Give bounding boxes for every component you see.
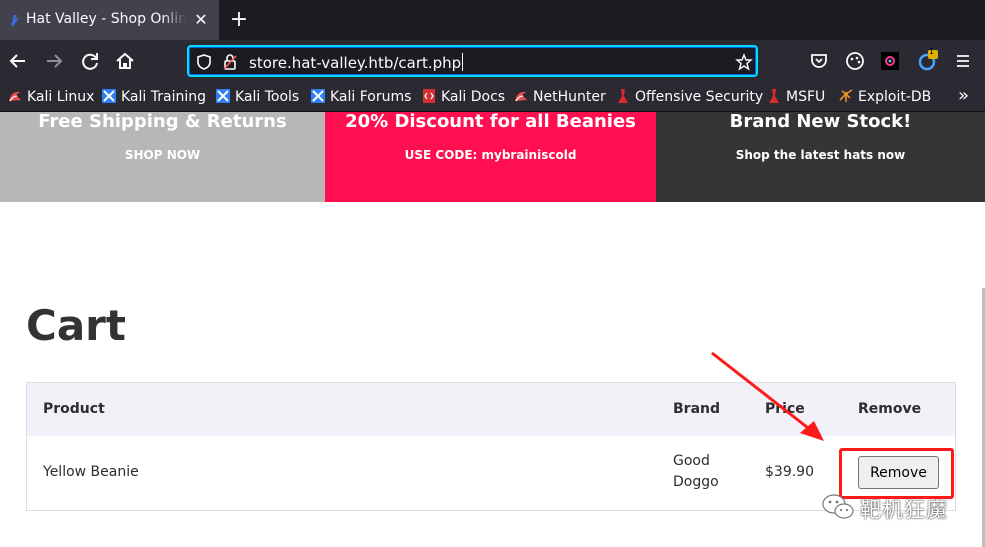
kali-icon — [9, 91, 21, 102]
exploitdb-icon — [839, 89, 853, 102]
bookmark-nethunter[interactable]: NetHunter — [513, 88, 606, 106]
promo-title: Free Shipping & Returns — [38, 111, 287, 132]
lock-icon[interactable] — [221, 53, 239, 71]
forward-icon[interactable] — [43, 50, 65, 72]
colorful-extension-icon[interactable] — [879, 50, 901, 72]
annotation-arrow — [711, 351, 824, 441]
kali-tools-icon — [311, 89, 325, 103]
close-tab-icon[interactable]: ✕ — [192, 11, 210, 29]
promo-discount[interactable]: 20% Discount for all Beanies USE CODE: m… — [325, 112, 656, 202]
notification-count: 1 — [929, 47, 935, 56]
menu-icon[interactable] — [952, 50, 974, 72]
bookmark-exploit-db[interactable]: Exploit-DB — [838, 88, 931, 106]
brand-line-1: Good — [673, 453, 710, 469]
promo-title: Brand New Stock! — [729, 111, 912, 132]
promo-subtitle: SHOP NOW — [124, 148, 201, 162]
bookmarks-toolbar: Kali Linux Kali Training Kali Tools Kali… — [0, 82, 985, 112]
column-header-remove: Remove — [858, 401, 922, 417]
back-icon[interactable] — [7, 50, 29, 72]
brand-line-2: Doggo — [673, 474, 719, 490]
shield-icon[interactable] — [195, 53, 213, 71]
bookmarks-overflow-button[interactable]: » — [958, 87, 969, 105]
tab-title: Hat Valley - Shop Online! — [26, 11, 186, 29]
url-bar[interactable]: store.hat-valley.htb/cart.php — [187, 45, 758, 77]
page-title: Cart — [26, 301, 126, 350]
extension-palette-icon[interactable] — [844, 50, 866, 72]
pocket-icon[interactable] — [808, 50, 830, 72]
navigation-bar: store.hat-valley.htb/cart.php 1 — [0, 40, 985, 82]
product-price: $39.90 — [765, 464, 814, 480]
promo-title: 20% Discount for all Beanies — [345, 111, 636, 132]
promo-banner: Free Shipping & Returns SHOP NOW 20% Dis… — [0, 112, 985, 202]
kali-tools-icon — [216, 89, 230, 103]
new-tab-button[interactable]: + — [228, 9, 250, 31]
bookmark-kali-forums[interactable]: Kali Forums — [310, 88, 411, 106]
bookmark-kali-linux[interactable]: Kali Linux — [7, 88, 94, 106]
promo-free-shipping[interactable]: Free Shipping & Returns SHOP NOW — [0, 112, 325, 202]
reload-icon[interactable] — [79, 50, 101, 72]
promo-subtitle: USE CODE: mybrainiscold — [404, 148, 577, 162]
kali-docs-icon — [423, 89, 435, 103]
bookmark-offensive-security[interactable]: Offensive Security — [615, 88, 763, 106]
kali-icon — [515, 91, 527, 102]
account-icon[interactable] — [916, 50, 938, 72]
kali-tools-icon — [102, 89, 116, 103]
tab-strip: Hat Valley - Shop Online! ✕ + — [0, 0, 985, 40]
column-header-product: Product — [43, 401, 105, 417]
watermark-text: 靶机狂魔 — [860, 498, 948, 522]
bookmark-star-icon[interactable] — [735, 53, 753, 71]
offsec-icon — [769, 89, 779, 103]
bookmark-kali-tools[interactable]: Kali Tools — [215, 88, 299, 106]
product-name: Yellow Beanie — [43, 464, 139, 480]
tab-hat-valley[interactable]: Hat Valley - Shop Online! ✕ — [0, 0, 219, 40]
bookmark-msfu[interactable]: MSFU — [766, 88, 825, 106]
home-icon[interactable] — [114, 50, 136, 72]
url-text[interactable]: store.hat-valley.htb/cart.php — [249, 53, 463, 72]
watermark: 靶机狂魔 — [812, 490, 962, 526]
bookmark-kali-docs[interactable]: Kali Docs — [421, 88, 505, 106]
offsec-icon — [618, 89, 628, 103]
favicon-icon — [11, 15, 19, 26]
bookmark-kali-training[interactable]: Kali Training — [101, 88, 206, 106]
promo-subtitle: Shop the latest hats now — [735, 148, 906, 162]
wechat-icon — [822, 494, 854, 519]
promo-new-stock[interactable]: Brand New Stock! Shop the latest hats no… — [656, 112, 985, 202]
